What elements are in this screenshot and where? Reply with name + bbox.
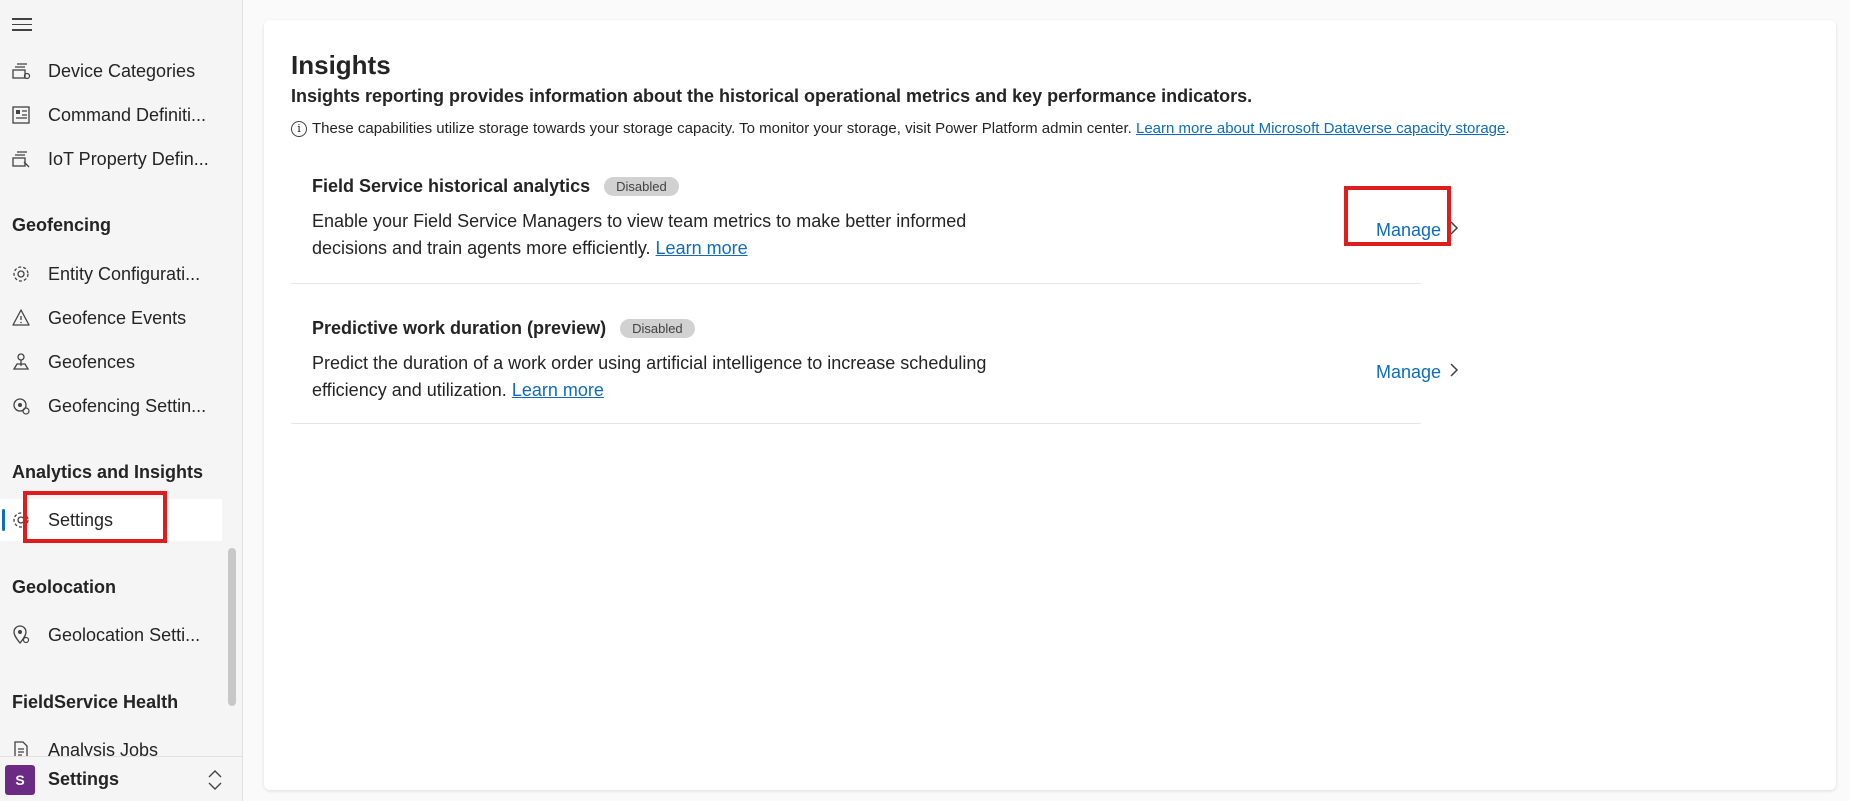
- area-switcher-label: Settings: [48, 769, 120, 789]
- sidebar-item-label: Geofence Events: [48, 307, 187, 328]
- status-badge: Disabled: [604, 177, 679, 196]
- iot-property-icon: [10, 148, 32, 170]
- chevron-right-icon: [1449, 362, 1459, 383]
- sidebar-item-label: Command Definiti...: [48, 104, 207, 125]
- sidebar-item-label: Settings: [48, 509, 114, 530]
- storage-info-period: .: [1505, 120, 1510, 137]
- sidebar-item-label: Device Categories: [48, 60, 196, 81]
- hamburger-menu-icon[interactable]: [12, 18, 32, 34]
- feature-description: Predict the duration of a work order usi…: [312, 350, 992, 404]
- section-header-geolocation: Geolocation: [12, 577, 117, 597]
- section-header-health: FieldService Health: [12, 692, 179, 712]
- sidebar-item-settings[interactable]: Settings: [0, 499, 222, 541]
- sidebar-item-label: Geofences: [48, 351, 136, 372]
- area-switcher[interactable]: S Settings: [0, 756, 242, 801]
- manage-button[interactable]: Manage: [1376, 220, 1459, 241]
- capacity-storage-link[interactable]: Learn more about Microsoft Dataverse cap…: [1136, 120, 1505, 137]
- section-header-analytics: Analytics and Insights: [12, 462, 204, 482]
- storage-info-text: These capabilities utilize storage towar…: [312, 120, 1132, 137]
- geofence-settings-icon: [10, 395, 32, 417]
- sidebar-item-label: IoT Property Defin...: [48, 148, 209, 169]
- feature-description-text: Predict the duration of a work order usi…: [312, 353, 987, 400]
- feature-name: Field Service historical analytics: [312, 176, 591, 196]
- sidebar-item-geolocation-settings[interactable]: Geolocation Setti...: [0, 614, 222, 656]
- chevron-up-down-icon: [206, 769, 224, 796]
- sidebar-item-label: Geofencing Settin...: [48, 395, 207, 416]
- page-subtitle: Insights reporting provides information …: [291, 86, 1253, 106]
- feature-description-text: Enable your Field Service Managers to vi…: [312, 211, 967, 258]
- feature-name: Predictive work duration (preview): [312, 318, 607, 338]
- sidebar-item-device-categories[interactable]: Device Categories: [0, 50, 222, 92]
- avatar: S: [5, 765, 35, 795]
- status-badge: Disabled: [620, 319, 695, 338]
- sidebar-item-label: Geolocation Setti...: [48, 624, 201, 645]
- geofence-pin-icon: [10, 351, 32, 373]
- active-indicator: [2, 509, 5, 531]
- gear-icon: [10, 509, 32, 531]
- learn-more-link[interactable]: Learn more: [656, 238, 748, 258]
- feature-title: Predictive work duration (preview) Disab…: [312, 318, 695, 339]
- gear-icon: [10, 263, 32, 285]
- feature-historical-analytics: Field Service historical analytics Disab…: [291, 170, 1459, 284]
- sidebar-scrollbar[interactable]: [228, 548, 236, 706]
- sidebar-item-geofence-events[interactable]: Geofence Events: [0, 297, 222, 339]
- manage-label: Manage: [1376, 362, 1442, 382]
- feature-description: Enable your Field Service Managers to vi…: [312, 208, 992, 262]
- device-categories-icon: [10, 60, 32, 82]
- storage-info: i These capabilities utilize storage tow…: [291, 120, 1510, 137]
- manage-button[interactable]: Manage: [1376, 362, 1459, 383]
- insights-card: Insights Insights reporting provides inf…: [264, 20, 1836, 790]
- sidebar-item-geofences[interactable]: Geofences: [0, 341, 222, 383]
- info-icon: i: [291, 120, 307, 137]
- command-definition-icon: [10, 104, 32, 126]
- feature-title: Field Service historical analytics Disab…: [312, 176, 679, 197]
- learn-more-link[interactable]: Learn more: [512, 380, 604, 400]
- sidebar: Device Categories Command Definiti... Io…: [0, 0, 243, 801]
- page-title: Insights: [291, 50, 391, 80]
- manage-label: Manage: [1376, 220, 1442, 240]
- geolocation-settings-icon: [10, 624, 32, 646]
- feature-predictive-work-duration: Predictive work duration (preview) Disab…: [291, 312, 1459, 424]
- warning-icon: [10, 307, 32, 329]
- section-header-geofencing: Geofencing: [12, 215, 112, 235]
- chevron-right-icon: [1449, 220, 1459, 241]
- sidebar-item-iot-property[interactable]: IoT Property Defin...: [0, 138, 222, 180]
- sidebar-item-geofencing-settings[interactable]: Geofencing Settin...: [0, 385, 222, 427]
- sidebar-item-command-definition[interactable]: Command Definiti...: [0, 94, 222, 136]
- sidebar-item-entity-configuration[interactable]: Entity Configurati...: [0, 253, 222, 295]
- sidebar-item-label: Entity Configurati...: [48, 263, 201, 284]
